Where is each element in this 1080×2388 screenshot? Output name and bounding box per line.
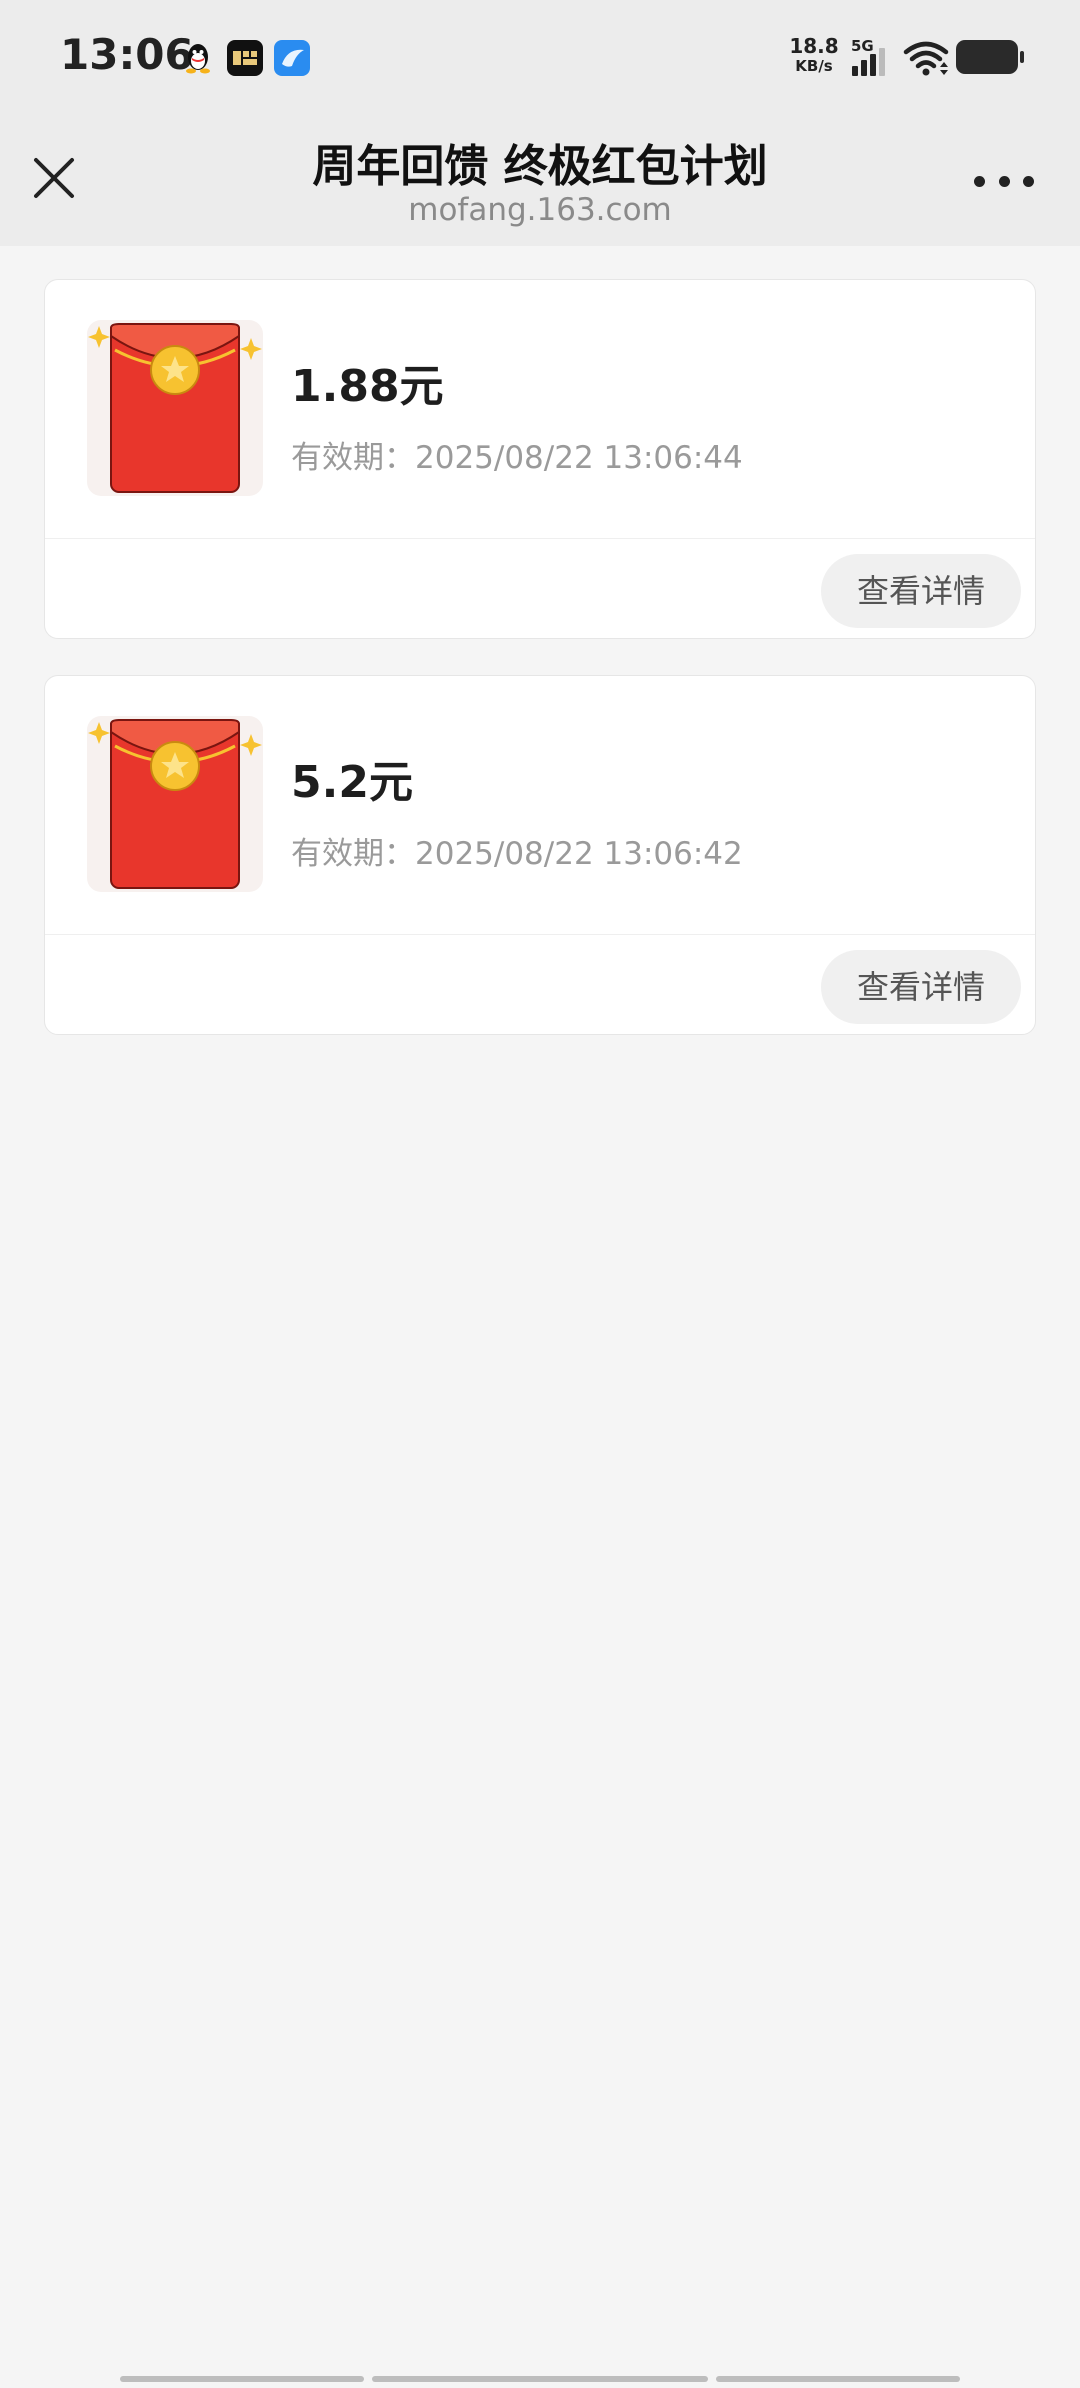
net-speed-unit: KB/s [795,57,833,75]
net-speed-value: 18.8 [789,34,839,58]
more-icon [998,175,1010,187]
card-divider [45,538,1035,539]
home-indicator[interactable] [120,2376,364,2382]
red-packet-card: 1.88元 有效期：2025/08/22 13:06:44 查看详情 [44,279,1036,639]
net-speed: 18.8 KB/s [786,36,842,76]
view-details-button[interactable]: 查看详情 [821,950,1021,1024]
network-type: 5G [851,37,874,55]
qq-icon [180,40,216,76]
status-bar: 13:06 18.8 KB/s 5G [0,0,1080,118]
more-button[interactable] [974,172,1034,190]
blue-app-icon [274,40,310,76]
battery-icon [956,40,1024,74]
packet-amount: 1.88元 [291,361,444,412]
page-domain: mofang.163.com [408,192,672,228]
close-button[interactable] [28,152,80,204]
red-envelope-icon [87,716,263,892]
wifi-icon [903,41,949,76]
signal-icon: 5G [851,37,885,76]
home-indicator[interactable] [716,2376,960,2382]
packet-amount: 5.2元 [291,757,413,808]
red-envelope-icon [87,320,263,496]
more-icon [974,175,985,187]
nav-header: 周年回馈 终极红包计划 mofang.163.com [0,118,1080,246]
status-time: 13:06 [60,30,194,79]
view-details-button[interactable]: 查看详情 [821,554,1021,628]
page-title: 周年回馈 终极红包计划 [312,141,768,192]
news-app-icon [227,40,263,76]
home-indicator[interactable] [372,2376,708,2382]
red-packet-card: 5.2元 有效期：2025/08/22 13:06:42 查看详情 [44,675,1036,1035]
packet-expiry: 有效期：2025/08/22 13:06:44 [291,440,743,476]
card-divider [45,934,1035,935]
more-icon [1023,175,1034,187]
close-icon [34,158,74,198]
packet-expiry: 有效期：2025/08/22 13:06:42 [291,836,743,872]
